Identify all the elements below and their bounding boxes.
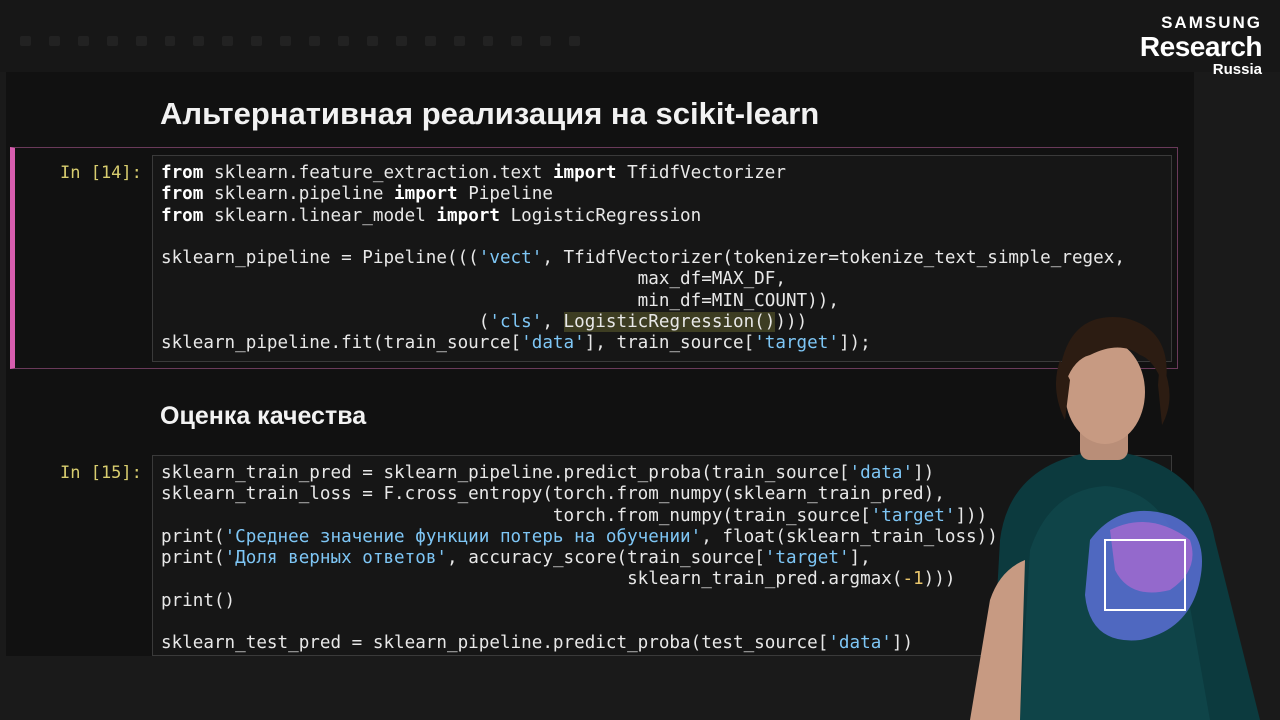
cell-15-prompt: In [15]: <box>60 463 142 483</box>
cell-14-prompt: In [14]: <box>60 163 142 183</box>
code-cell-15-text[interactable]: sklearn_train_pred = sklearn_pipeline.pr… <box>161 463 998 655</box>
logo-line-samsung: SAMSUNG <box>1161 13 1262 32</box>
presenter-figure <box>970 317 1260 720</box>
samsung-research-logo: SAMSUNG Research Russia <box>1139 13 1263 77</box>
video-top-bar <box>0 0 1280 72</box>
heading-alternative-implementation: Альтернативная реализация на scikit-lear… <box>160 96 820 131</box>
notebook-toolbar-faded <box>20 36 581 48</box>
logo-line-research: Research <box>1139 31 1263 62</box>
heading-quality-evaluation: Оценка качества <box>160 402 367 430</box>
matched-bracket-highlight: LogisticRegression() <box>563 312 776 333</box>
